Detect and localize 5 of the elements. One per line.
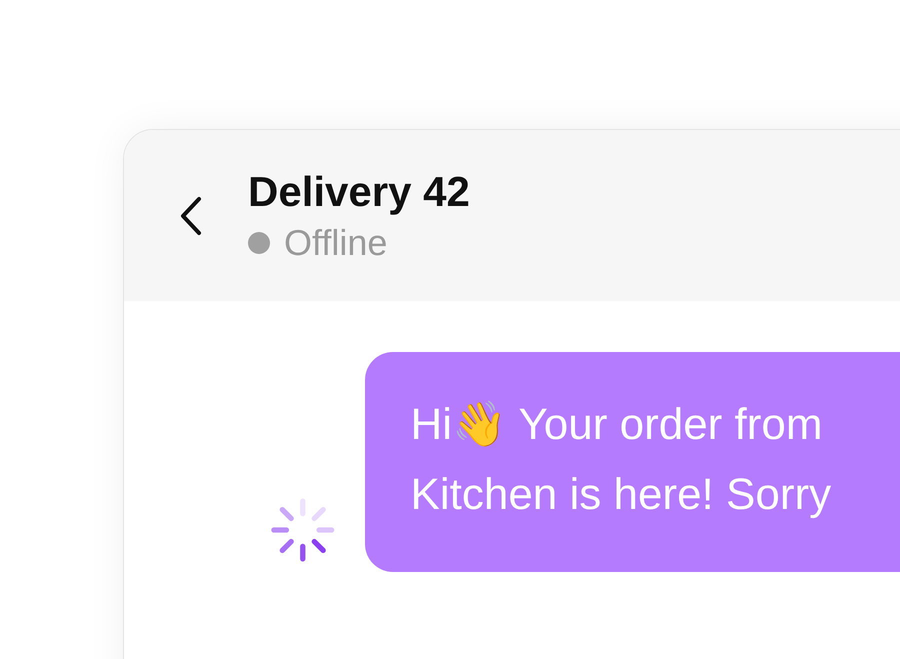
back-button[interactable]: [178, 196, 204, 236]
chevron-left-icon: [178, 196, 204, 236]
message-bubble: Hi👋 Your order from Kitchen is here! Sorry: [364, 352, 900, 572]
chat-title: Delivery 42: [248, 168, 470, 216]
status-label: Offline: [284, 222, 388, 264]
